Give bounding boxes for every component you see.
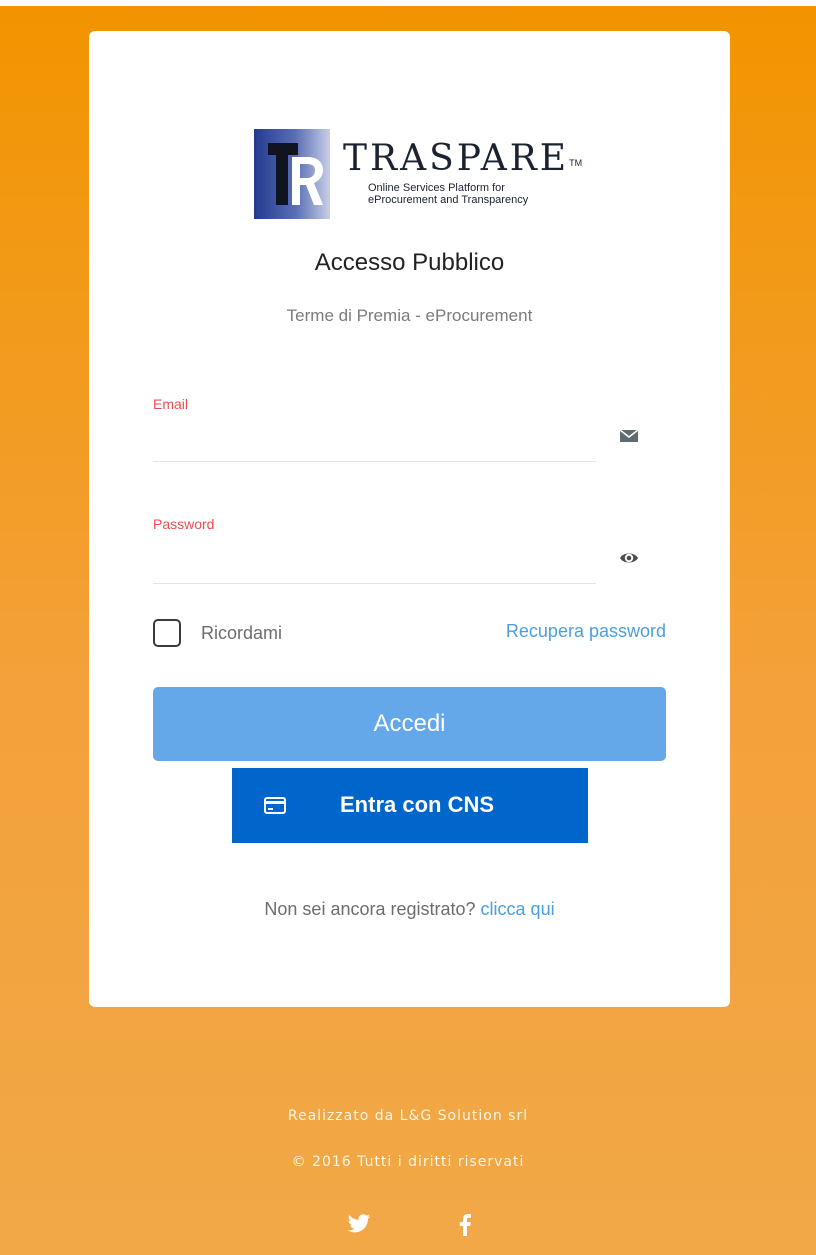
facebook-icon[interactable] bbox=[459, 1214, 471, 1241]
logo-brand: TRASPARETM bbox=[343, 138, 583, 179]
email-field[interactable] bbox=[153, 429, 596, 459]
register-text: Non sei ancora registrato? bbox=[264, 899, 476, 919]
password-label: Password bbox=[153, 516, 215, 532]
traspare-logo: TRASPARETM Online Services Platform for … bbox=[254, 129, 582, 219]
login-card: TRASPARETM Online Services Platform for … bbox=[89, 31, 730, 1007]
twitter-icon[interactable] bbox=[347, 1214, 371, 1239]
cns-icon-container bbox=[232, 768, 318, 843]
logo-trademark: TM bbox=[569, 158, 583, 168]
logo-mark bbox=[254, 129, 330, 219]
email-underline bbox=[153, 461, 596, 462]
remember-checkbox[interactable] bbox=[153, 619, 181, 647]
logo-tagline-line1: Online Services Platform for bbox=[368, 182, 505, 194]
logo-tagline: Online Services Platform for eProcuremen… bbox=[368, 182, 528, 206]
remember-label: Ricordami bbox=[201, 623, 283, 643]
page-title: Accesso Pubblico bbox=[314, 249, 505, 276]
top-strip bbox=[0, 0, 816, 6]
credit-card-icon bbox=[264, 797, 286, 814]
footer-copyright: © 2016 Tutti i diritti riservati bbox=[291, 1154, 525, 1170]
page-subtitle: Terme di Premia - eProcurement bbox=[286, 306, 533, 325]
email-label: Email bbox=[153, 396, 189, 412]
cns-login-label: Entra con CNS bbox=[340, 792, 495, 817]
register-link[interactable]: clicca qui bbox=[481, 899, 555, 919]
login-button[interactable]: Accedi bbox=[153, 687, 666, 761]
footer-made-by: Realizzato da L&G Solution srl bbox=[287, 1108, 529, 1124]
eye-icon[interactable] bbox=[619, 548, 639, 568]
cns-login-button[interactable]: Entra con CNS bbox=[232, 768, 588, 843]
logo-tagline-line2: eProcurement and Transparency bbox=[368, 194, 529, 206]
password-field[interactable] bbox=[153, 551, 596, 581]
password-underline bbox=[153, 583, 596, 584]
envelope-icon bbox=[619, 426, 639, 446]
register-prompt: Non sei ancora registrato? clicca qui bbox=[89, 899, 730, 920]
recover-password-link[interactable]: Recupera password bbox=[506, 621, 666, 642]
